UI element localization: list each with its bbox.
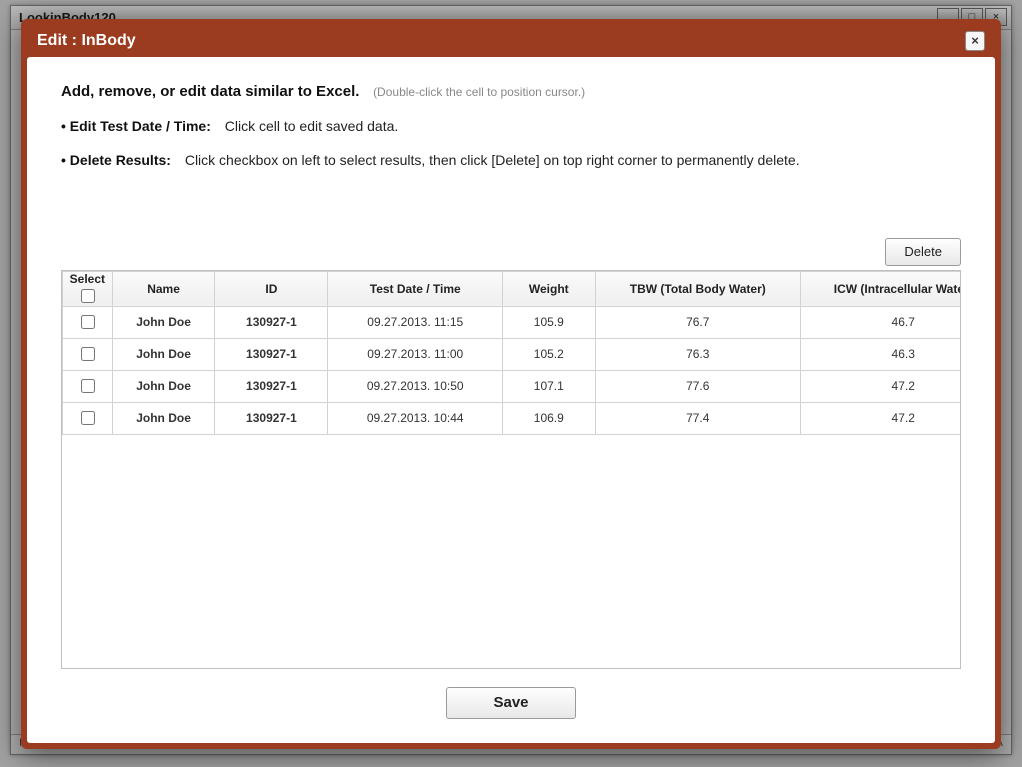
cell-date[interactable]: 09.27.2013. 10:44 xyxy=(328,402,503,434)
table-area: Delete Select Name xyxy=(61,238,961,719)
cell-date[interactable]: 09.27.2013. 10:50 xyxy=(328,370,503,402)
cell-date[interactable]: 09.27.2013. 11:15 xyxy=(328,306,503,338)
bullet-delete: • Delete Results: Click checkbox on left… xyxy=(61,152,961,168)
th-icw: ICW (Intracellular Water) xyxy=(800,271,960,306)
cell-name[interactable]: John Doe xyxy=(112,306,215,338)
modal-header: Edit : InBody × xyxy=(27,25,995,57)
cell-id[interactable]: 130927-1 xyxy=(215,306,328,338)
intro-main: Add, remove, or edit data similar to Exc… xyxy=(61,83,359,100)
save-row: Save xyxy=(61,687,961,719)
cell-id[interactable]: 130927-1 xyxy=(215,370,328,402)
th-select: Select xyxy=(63,271,113,306)
cell-icw[interactable]: 46.3 xyxy=(800,338,960,370)
table-row: John Doe 130927-1 09.27.2013. 11:00 105.… xyxy=(63,338,961,370)
intro-hint: (Double-click the cell to position curso… xyxy=(373,85,585,99)
delete-row: Delete xyxy=(61,238,961,266)
delete-button[interactable]: Delete xyxy=(885,238,961,266)
bullet-edit: • Edit Test Date / Time: Click cell to e… xyxy=(61,118,961,134)
cell-tbw[interactable]: 76.3 xyxy=(595,338,800,370)
cell-date[interactable]: 09.27.2013. 11:00 xyxy=(328,338,503,370)
cell-weight[interactable]: 105.2 xyxy=(503,338,595,370)
bullet-delete-title: • Delete Results: xyxy=(61,152,171,168)
grid-scroll[interactable]: Select Name ID Test Date / Time Weight T… xyxy=(62,271,960,668)
close-icon: × xyxy=(971,33,979,48)
cell-tbw[interactable]: 76.7 xyxy=(595,306,800,338)
table-row: John Doe 130927-1 09.27.2013. 10:44 106.… xyxy=(63,402,961,434)
th-name: Name xyxy=(112,271,215,306)
cell-weight[interactable]: 106.9 xyxy=(503,402,595,434)
cell-name[interactable]: John Doe xyxy=(112,370,215,402)
table-header-row: Select Name ID Test Date / Time Weight T… xyxy=(63,271,961,306)
th-select-label: Select xyxy=(69,272,106,286)
select-all-checkbox[interactable] xyxy=(81,289,95,303)
cell-weight[interactable]: 105.9 xyxy=(503,306,595,338)
table-row: John Doe 130927-1 09.27.2013. 10:50 107.… xyxy=(63,370,961,402)
cell-name[interactable]: John Doe xyxy=(112,338,215,370)
intro-line: Add, remove, or edit data similar to Exc… xyxy=(61,83,961,100)
th-weight: Weight xyxy=(503,271,595,306)
th-id: ID xyxy=(215,271,328,306)
modal-title: Edit : InBody xyxy=(37,32,136,50)
save-button[interactable]: Save xyxy=(446,687,576,719)
cell-tbw[interactable]: 77.6 xyxy=(595,370,800,402)
cell-icw[interactable]: 47.2 xyxy=(800,370,960,402)
bullet-edit-desc: Click cell to edit saved data. xyxy=(225,118,399,134)
row-checkbox[interactable] xyxy=(81,411,95,425)
table-row: John Doe 130927-1 09.27.2013. 11:15 105.… xyxy=(63,306,961,338)
cell-icw[interactable]: 47.2 xyxy=(800,402,960,434)
th-date: Test Date / Time xyxy=(328,271,503,306)
cell-id[interactable]: 130927-1 xyxy=(215,338,328,370)
modal-overlay: Edit : InBody × Add, remove, or edit dat… xyxy=(0,0,1022,767)
th-tbw: TBW (Total Body Water) xyxy=(595,271,800,306)
results-table: Select Name ID Test Date / Time Weight T… xyxy=(62,271,960,435)
edit-inbody-modal: Edit : InBody × Add, remove, or edit dat… xyxy=(21,19,1001,749)
cell-weight[interactable]: 107.1 xyxy=(503,370,595,402)
modal-close-button[interactable]: × xyxy=(965,31,985,51)
grid-wrap: Select Name ID Test Date / Time Weight T… xyxy=(61,270,961,669)
bullet-edit-title: • Edit Test Date / Time: xyxy=(61,118,211,134)
row-checkbox[interactable] xyxy=(81,347,95,361)
row-checkbox[interactable] xyxy=(81,315,95,329)
row-checkbox[interactable] xyxy=(81,379,95,393)
cell-icw[interactable]: 46.7 xyxy=(800,306,960,338)
modal-body: Add, remove, or edit data similar to Exc… xyxy=(27,57,995,743)
cell-tbw[interactable]: 77.4 xyxy=(595,402,800,434)
bullet-delete-desc: Click checkbox on left to select results… xyxy=(185,152,800,168)
cell-name[interactable]: John Doe xyxy=(112,402,215,434)
cell-id[interactable]: 130927-1 xyxy=(215,402,328,434)
table-body: John Doe 130927-1 09.27.2013. 11:15 105.… xyxy=(63,306,961,434)
